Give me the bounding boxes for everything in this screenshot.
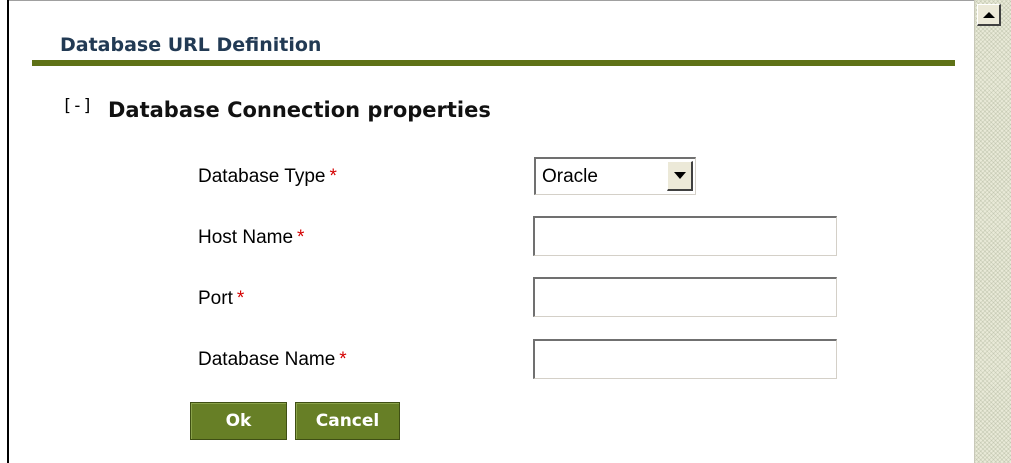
host-name-input[interactable] [533, 216, 837, 256]
database-type-selected-value: Oracle [542, 166, 598, 187]
ok-button[interactable]: Ok [190, 402, 287, 440]
collapse-toggle[interactable]: [-] [62, 96, 93, 116]
database-name-input[interactable] [533, 339, 837, 379]
required-marker: * [339, 349, 347, 370]
scroll-up-button[interactable] [977, 4, 1001, 26]
required-marker: * [236, 288, 245, 309]
cancel-button[interactable]: Cancel [295, 402, 400, 440]
database-name-label: Database Name * [198, 349, 347, 371]
port-label: Port * [198, 288, 244, 310]
title-divider [32, 60, 955, 66]
vertical-scrollbar[interactable] [974, 0, 1011, 463]
required-marker: * [329, 166, 337, 187]
section-heading: Database Connection properties [108, 98, 491, 122]
triangle-up-icon [982, 11, 995, 18]
port-label-text: Port [198, 288, 233, 309]
dialog-window: Database URL Definition [-] Database Con… [0, 0, 1011, 463]
chevron-down-icon [673, 172, 686, 179]
dropdown-button[interactable] [667, 161, 693, 191]
database-type-select[interactable]: Oracle [534, 157, 696, 195]
database-type-label-text: Database Type [198, 166, 326, 187]
window-left-border [7, 0, 9, 463]
port-input[interactable] [533, 277, 837, 317]
window-top-border [7, 0, 974, 1]
database-type-label: Database Type * [198, 166, 337, 188]
page-title: Database URL Definition [60, 34, 322, 56]
host-name-label-text: Host Name [198, 227, 294, 248]
required-marker: * [297, 227, 305, 248]
host-name-label: Host Name * [198, 227, 304, 249]
database-name-label-text: Database Name [198, 349, 336, 370]
